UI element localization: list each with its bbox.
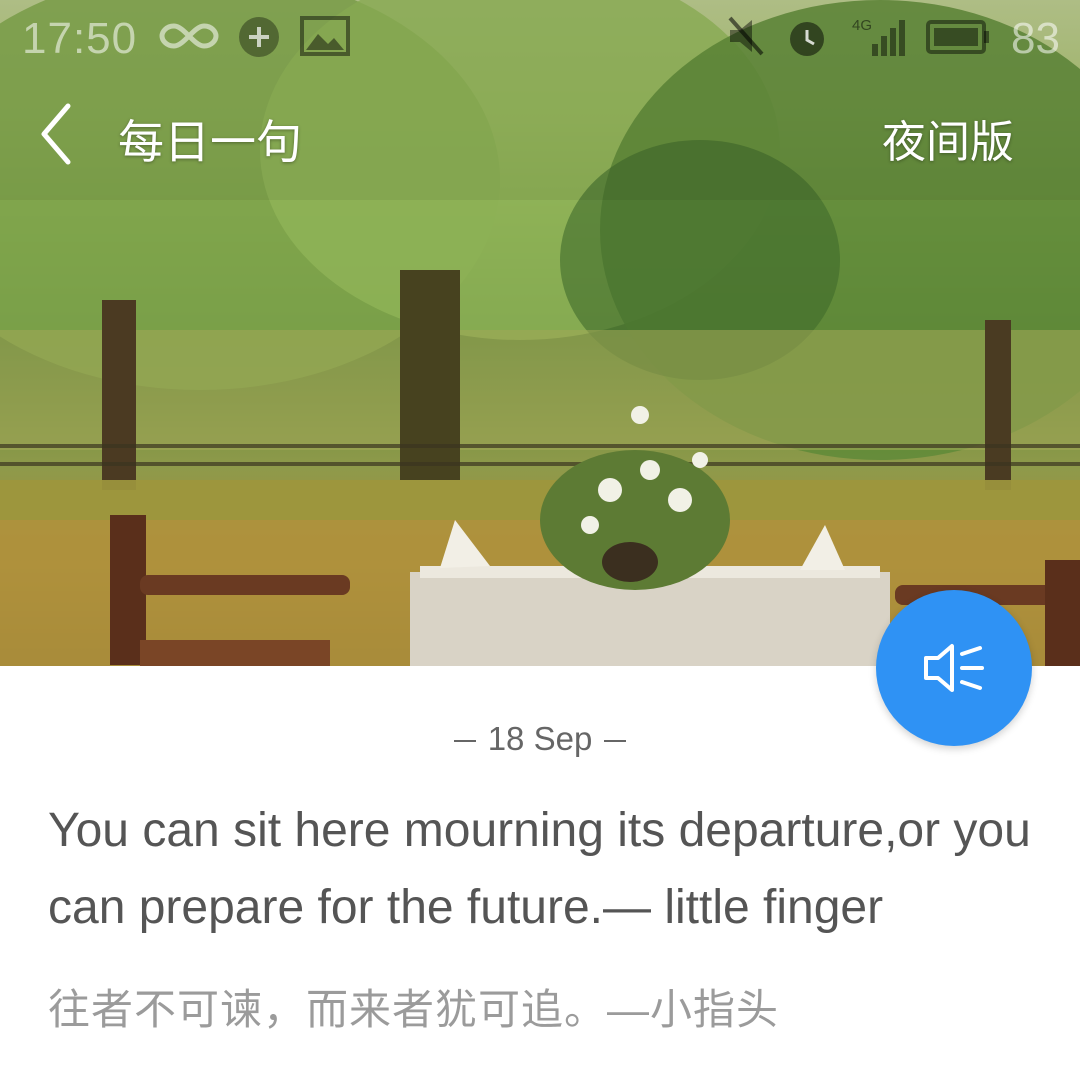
svg-text:4G: 4G [852,17,872,34]
quote-date: 18 Sep [0,720,1080,758]
signal-4g-icon: 4G [850,14,906,65]
divider [604,740,627,743]
divider [453,740,476,743]
title-bar: 每日一句 夜间版 [0,88,1080,184]
night-mode-button[interactable]: 夜间版 [882,106,1014,170]
battery-level: 83 [1011,14,1060,63]
mute-icon [726,14,766,63]
status-bar: 17:50 4G 83 [0,0,1080,76]
quote-chinese: 往者不可谏，而来者犹可追。—小指头 [48,986,780,1033]
quote-english: You can sit here mourning its departure,… [48,804,1031,934]
speaker-icon [924,644,984,692]
chevron-left-icon [41,103,71,165]
battery-icon [926,14,990,65]
alarm-icon [784,14,830,65]
back-button[interactable] [30,98,90,170]
page-title: 每日一句 [118,116,302,168]
image-icon [300,14,350,63]
status-time: 17:50 [22,14,138,63]
sync-icon [236,14,282,65]
infinity-icon [158,14,220,63]
date-label: 18 Sep [487,720,593,757]
